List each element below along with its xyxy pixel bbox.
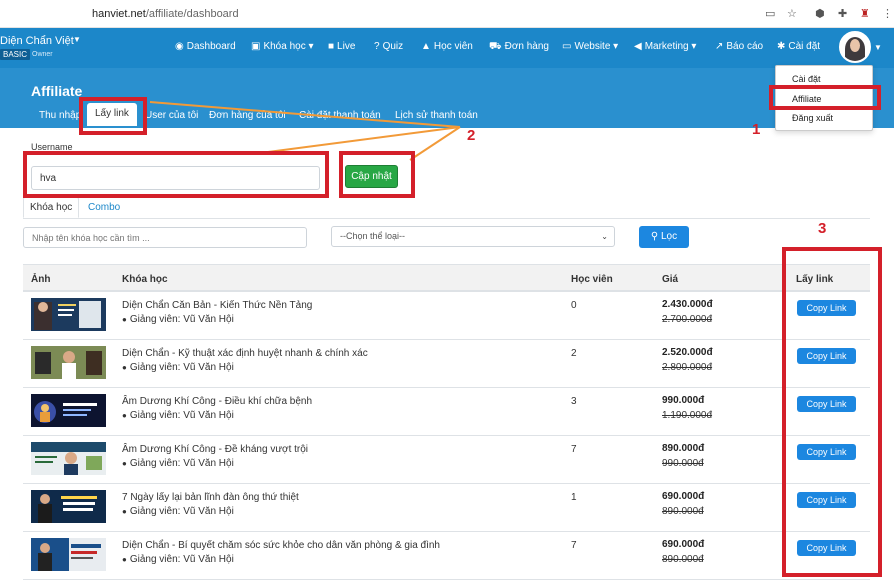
annotation-box-copy-link-column — [782, 247, 882, 577]
annotation-step-3: 3 — [818, 220, 827, 237]
page-root: hanviet.net/affiliate/dashboard ▭ ☆ ⬢ ✚ … — [0, 0, 894, 587]
arrow-to-username — [267, 126, 461, 153]
annotation-box-update-button — [339, 151, 415, 198]
annotation-arrows — [149, 101, 461, 161]
arrow-to-get-link — [149, 101, 461, 128]
annotation-step-1: 1 — [752, 121, 761, 138]
annotation-box-get-link-tab — [79, 97, 147, 135]
annotation-box-affiliate-menu — [769, 85, 881, 110]
annotation-box-username — [23, 151, 329, 198]
annotation-step-2: 2 — [467, 127, 476, 144]
